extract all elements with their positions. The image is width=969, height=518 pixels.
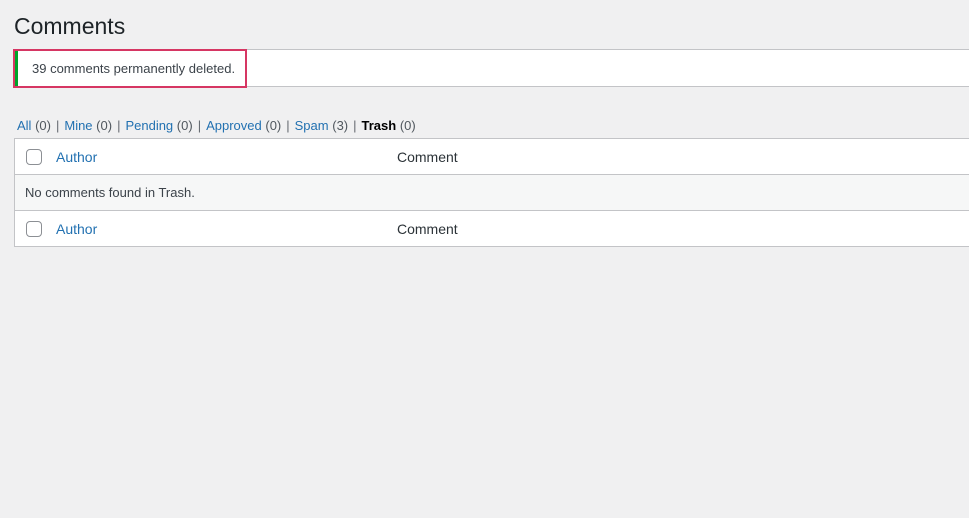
filter-count: (3) — [332, 118, 349, 133]
filter-label: Pending — [125, 118, 174, 133]
author-column-sort-link-footer[interactable]: Author — [56, 211, 97, 247]
table-empty-row: No comments found in Trash. — [15, 175, 969, 211]
filter-all[interactable]: All (0) — [17, 118, 51, 133]
no-items-message: No comments found in Trash. — [25, 185, 195, 200]
comments-table: Author Comment No comments found in Tras… — [14, 138, 969, 247]
select-all-checkbox-footer[interactable] — [26, 221, 42, 237]
select-all-checkbox[interactable] — [26, 149, 42, 165]
filter-label: Approved — [206, 118, 262, 133]
filter-trash[interactable]: Trash (0) — [362, 118, 416, 133]
filter-count: (0) — [399, 118, 416, 133]
comment-status-filters: All (0) | Mine (0) | Pending (0) | Approved (0… — [17, 117, 416, 135]
comment-column-footer: Comment — [397, 221, 458, 237]
success-notice: 39 comments permanently deleted. — [13, 49, 969, 88]
separator: | — [55, 118, 60, 133]
separator: | — [197, 118, 202, 133]
notice-highlight-box — [13, 49, 247, 88]
comment-column-header: Comment — [397, 149, 458, 165]
filter-label: All — [17, 118, 32, 133]
filter-pending[interactable]: Pending (0) — [125, 118, 192, 133]
filter-count: (0) — [265, 118, 282, 133]
filter-approved[interactable]: Approved (0) — [206, 118, 281, 133]
separator: | — [117, 118, 121, 133]
filter-spam[interactable]: Spam (3) — [295, 118, 348, 133]
filter-count: (0) — [96, 118, 113, 133]
separator: | — [286, 118, 290, 133]
separator: | — [353, 118, 357, 133]
page-title: Comments — [14, 13, 126, 39]
filter-mine[interactable]: Mine (0) — [64, 118, 112, 133]
filter-count: (0) — [176, 118, 193, 133]
table-header-row: Author Comment — [15, 139, 969, 175]
author-column-sort-link[interactable]: Author — [56, 139, 97, 175]
filter-label: Mine — [64, 118, 93, 133]
table-footer-row: Author Comment — [15, 211, 969, 247]
filter-count: (0) — [35, 118, 51, 133]
filter-label: Trash — [361, 118, 397, 133]
filter-label: Spam — [294, 118, 329, 133]
